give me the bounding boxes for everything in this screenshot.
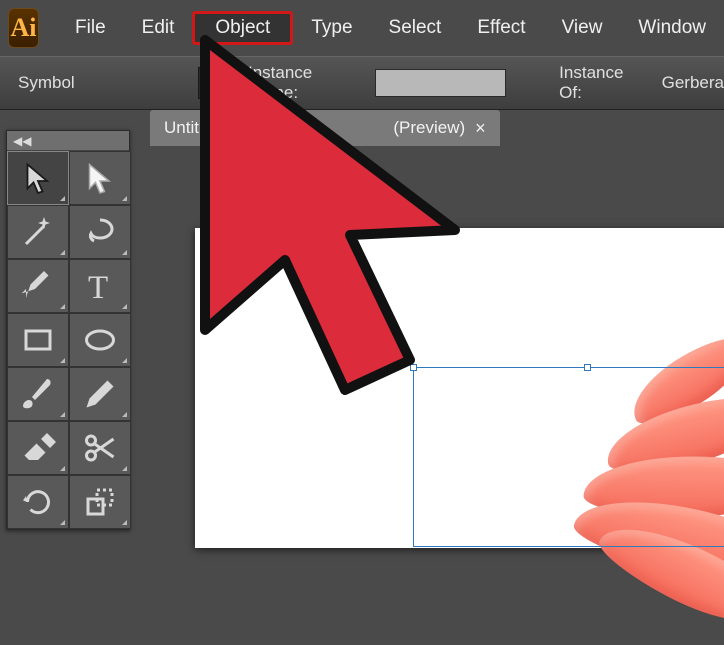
eraser-tool[interactable]: [7, 421, 69, 475]
app-icon: Ai: [8, 8, 39, 48]
paintbrush-tool[interactable]: [7, 367, 69, 421]
ellipse-tool[interactable]: [69, 313, 131, 367]
scissors-tool[interactable]: [69, 421, 131, 475]
menu-view[interactable]: View: [544, 11, 621, 45]
svg-text:T: T: [88, 270, 108, 304]
direct-selection-tool[interactable]: [69, 151, 131, 205]
rotate-tool[interactable]: [7, 475, 69, 529]
menu-file[interactable]: File: [57, 11, 124, 45]
menu-select[interactable]: Select: [371, 11, 460, 45]
instance-name-label: Instance Name:: [248, 63, 353, 103]
tab-filename: Untitled-7*: [164, 118, 243, 138]
selection-handle-n[interactable]: [584, 364, 591, 371]
menu-effect[interactable]: Effect: [459, 11, 543, 45]
magic-wand-tool[interactable]: [7, 205, 69, 259]
rectangle-tool[interactable]: [7, 313, 69, 367]
instance-name-input[interactable]: [375, 69, 507, 97]
document-tab[interactable]: Untitled-7* (Preview) ×: [150, 110, 500, 146]
scale-tool[interactable]: [69, 475, 131, 529]
instance-of-label: Instance Of:: [559, 63, 639, 103]
symbol-label: Symbol: [18, 73, 75, 93]
menu-edit[interactable]: Edit: [124, 11, 193, 45]
collapse-icon: ◀◀: [13, 134, 31, 148]
menu-window[interactable]: Window: [620, 11, 724, 45]
pencil-tool[interactable]: [69, 367, 131, 421]
tools-panel-collapse[interactable]: ◀◀: [7, 131, 129, 151]
tab-view-mode: (Preview): [393, 118, 465, 138]
selection-handle-nw[interactable]: [410, 364, 417, 371]
lasso-tool[interactable]: [69, 205, 131, 259]
tab-close-icon[interactable]: ×: [475, 118, 486, 139]
symbol-config-icon[interactable]: [198, 67, 226, 99]
app-abbr: Ai: [11, 13, 37, 43]
type-tool[interactable]: T: [69, 259, 131, 313]
instance-of-value: Gerbera: [662, 73, 724, 93]
control-bar: Symbol Instance Name: Instance Of: Gerbe…: [0, 56, 724, 110]
menu-bar: Ai File Edit Object Type Select Effect V…: [0, 0, 724, 56]
pen-tool[interactable]: [7, 259, 69, 313]
menu-object[interactable]: Object: [192, 11, 293, 45]
selection-tool[interactable]: [7, 151, 69, 205]
menu-type[interactable]: Type: [293, 11, 370, 45]
tools-grid: T: [7, 151, 129, 529]
selection-bounding-box[interactable]: [413, 367, 724, 547]
tools-panel: ◀◀ T: [6, 130, 130, 530]
